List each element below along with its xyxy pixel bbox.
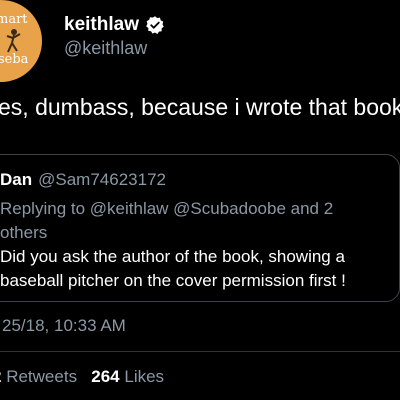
stats-divider	[0, 351, 400, 352]
likes-count[interactable]: 264	[91, 367, 119, 386]
quoted-tweet-text: Did you ask the author of the book, show…	[0, 245, 400, 293]
replying-to-line: Replying to @keithlaw @Scubadoobe and 2	[0, 199, 334, 218]
quoted-tweet-line: baseball pitcher on the cover permission…	[0, 271, 346, 290]
tweet-screen: mart seba keithlaw @keithlaw es, dumbass…	[0, 0, 400, 400]
verified-badge-icon	[146, 16, 164, 34]
replying-to-text: Replying to @keithlaw @Scubadoobe and 2 …	[0, 197, 360, 245]
author-avatar[interactable]: mart seba	[0, 0, 42, 82]
tweet-timestamp[interactable]: 25/18, 10:33 AM	[2, 316, 126, 336]
quoted-tweet-line: Did you ask the author of the book, show…	[0, 247, 345, 266]
engagement-stats: 2 Retweets 264 Likes	[0, 367, 164, 387]
retweets-label[interactable]: Retweets	[6, 367, 77, 386]
author-name-row: keithlaw	[64, 14, 165, 36]
pitcher-figure-icon	[6, 29, 21, 53]
quoted-tweet-header: Dan @Sam74623172	[0, 170, 166, 190]
avatar-text-top: mart	[0, 12, 28, 27]
retweets-count[interactable]: 2	[0, 367, 1, 386]
tweet-text: es, dumbass, because i wrote that book	[0, 94, 400, 120]
quoted-author-name[interactable]: Dan	[0, 170, 32, 189]
replying-to-line: others	[0, 223, 48, 242]
author-handle[interactable]: @keithlaw	[64, 38, 147, 59]
likes-label[interactable]: Likes	[124, 367, 164, 386]
avatar-text-bottom: seba	[0, 52, 29, 67]
author-display-name[interactable]: keithlaw	[64, 14, 139, 36]
quoted-author-handle[interactable]: @Sam74623172	[38, 170, 166, 189]
